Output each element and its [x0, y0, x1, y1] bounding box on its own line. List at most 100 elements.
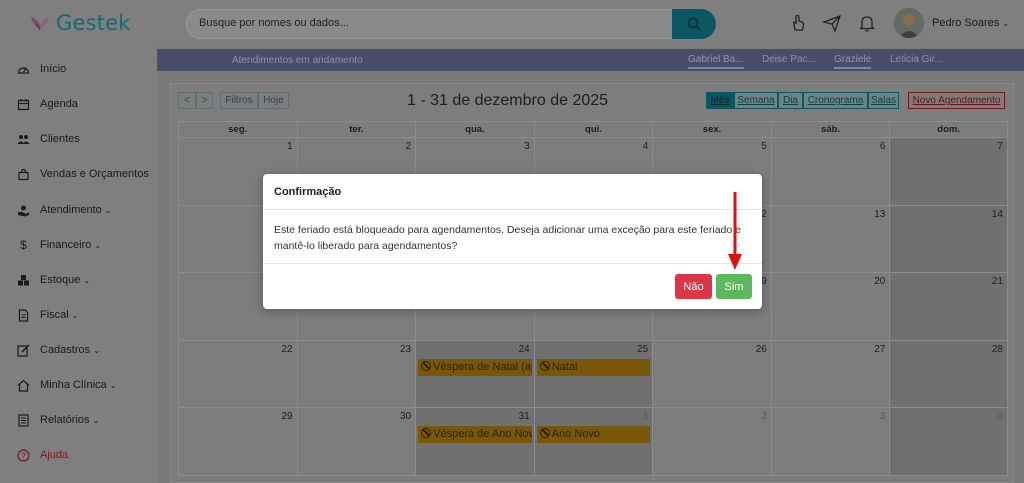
day-cell[interactable]: 27 — [770, 340, 890, 408]
day-cell[interactable]: 21 — [889, 273, 1008, 341]
day-cell[interactable]: 7 — [889, 138, 1008, 206]
sidebar-item-inicio[interactable]: Início — [0, 57, 157, 81]
dialog-title: Confirmação — [274, 186, 342, 198]
view-rooms-button[interactable]: Salas — [868, 92, 899, 109]
sidebar-item-atendimento[interactable]: Atendimento ⌄ — [0, 198, 157, 222]
chevron-down-icon: ⌄ — [1002, 19, 1010, 28]
view-month-button[interactable]: Mês — [706, 92, 734, 109]
day-number: 7 — [997, 141, 1003, 152]
day-cell[interactable]: 3 — [770, 408, 890, 476]
sidebar-item-fiscal[interactable]: Fiscal ⌄ — [0, 303, 157, 327]
app-name: Gestek — [56, 11, 131, 35]
day-number: 30 — [400, 411, 412, 422]
day-cell[interactable]: 6 — [770, 138, 890, 206]
speedometer-icon — [17, 66, 30, 74]
week-row: 22 23 24 Véspera de Natal (ap 25 Natal 26 27 28 — [178, 340, 1008, 408]
search-bar — [186, 9, 716, 39]
day-number: 26 — [755, 343, 767, 355]
home-icon — [17, 379, 30, 392]
avatar[interactable] — [894, 8, 924, 38]
search-input[interactable] — [199, 17, 669, 29]
logo[interactable]: Gestek — [28, 11, 131, 35]
day-cell[interactable]: 28 — [889, 340, 1008, 408]
hand-pointer-icon[interactable] — [788, 13, 808, 33]
shopping-bag-icon — [18, 168, 29, 180]
filters-button[interactable]: Filtros — [220, 92, 258, 109]
search-button[interactable] — [672, 9, 716, 39]
new-appointment-button[interactable]: Novo Agendamento — [908, 92, 1005, 109]
dollar-icon: $ — [20, 237, 27, 252]
sidebar-item-minha-clinica[interactable]: Minha Clínica ⌄ — [0, 373, 157, 397]
next-month-button[interactable]: > — [196, 92, 213, 109]
day-number: 1 — [287, 141, 293, 152]
day-cell[interactable]: 14 — [889, 205, 1008, 273]
today-button[interactable]: Hoje — [258, 92, 289, 109]
user-name[interactable]: Pedro Soares ⌄ — [932, 17, 1009, 29]
user-photo-icon — [894, 8, 924, 38]
day-cell[interactable]: 4 — [889, 408, 1008, 476]
day-number: 24 — [518, 343, 530, 355]
bell-icon[interactable] — [857, 13, 877, 33]
sidebar-item-ajuda[interactable]: ? Ajuda — [0, 443, 157, 467]
day-number: 5 — [761, 141, 767, 152]
butterfly-logo-icon — [31, 17, 49, 31]
day-number: 2 — [405, 141, 412, 152]
holiday-event[interactable]: Véspera de Ano Novo — [418, 426, 532, 443]
dialog-footer: Não Sim — [263, 263, 762, 309]
ongoing-appointments-title: Atendimentos em andamento — [232, 55, 363, 66]
day-number: 6 — [879, 141, 886, 152]
day-cell[interactable]: 1 Ano Novo — [533, 408, 653, 476]
send-icon[interactable] — [822, 13, 842, 33]
holiday-event[interactable]: Natal — [536, 358, 651, 376]
day-cell[interactable]: 31 Véspera de Ano Novo — [415, 408, 534, 476]
day-cell[interactable]: 24 Véspera de Natal (ap — [415, 340, 534, 408]
hand-icon — [18, 205, 29, 216]
chevron-down-icon: ⌄ — [83, 276, 91, 285]
day-number: 4 — [997, 411, 1003, 422]
day-number: 22 — [281, 343, 293, 355]
day-number: 27 — [874, 343, 886, 355]
day-number: 28 — [991, 343, 1003, 355]
calendar-icon — [17, 98, 30, 110]
professional-tab[interactable]: Deise Pac... — [762, 54, 816, 67]
view-schedule-button[interactable]: Cronograma — [803, 92, 868, 109]
confirmation-dialog: Confirmação Este feriado está bloqueado … — [263, 174, 762, 309]
day-cell[interactable]: 2 — [652, 408, 771, 476]
day-number: 23 — [400, 343, 412, 355]
day-number: 29 — [281, 411, 293, 422]
day-cell[interactable]: 13 — [770, 205, 890, 273]
no-button[interactable]: Não — [675, 274, 712, 299]
prev-month-button[interactable]: < — [178, 92, 196, 109]
day-cell[interactable]: 22 — [178, 340, 297, 408]
sidebar-item-relatorios[interactable]: Relatórios ⌄ — [0, 408, 157, 432]
day-cell[interactable]: 26 — [652, 340, 771, 408]
day-cell[interactable]: 20 — [770, 273, 890, 341]
holiday-event[interactable]: Ano Novo — [536, 426, 651, 443]
day-number: 21 — [991, 276, 1003, 287]
day-cell[interactable]: 29 — [178, 408, 297, 476]
professional-tab[interactable]: Graziele — [834, 54, 872, 69]
day-cell[interactable]: 30 — [296, 408, 416, 476]
users-icon — [17, 134, 30, 144]
professional-tab[interactable]: Gabriel Ba... — [688, 54, 744, 69]
sidebar-item-estoque[interactable]: Estoque ⌄ — [0, 268, 157, 292]
day-number: 3 — [524, 141, 530, 152]
view-week-button[interactable]: Semana — [734, 92, 778, 109]
day-cell[interactable]: 23 — [296, 340, 416, 408]
sidebar-item-financeiro[interactable]: $ Financeiro ⌄ — [0, 233, 157, 257]
chevron-down-icon: ⌄ — [104, 206, 112, 215]
yes-button[interactable]: Sim — [716, 274, 752, 299]
day-number: 4 — [642, 141, 649, 152]
day-number: 13 — [874, 208, 886, 220]
sidebar-item-cadastros[interactable]: Cadastros ⌄ — [0, 338, 157, 362]
sidebar-item-vendas[interactable]: Vendas e Orçamentos — [0, 162, 157, 186]
professional-tab[interactable]: Leticia Gir... — [890, 54, 943, 67]
search-icon — [687, 17, 701, 31]
svg-text:?: ? — [21, 451, 26, 460]
view-day-button[interactable]: Dia — [778, 92, 803, 109]
day-cell[interactable]: 25 Natal — [533, 340, 653, 408]
sidebar-item-clientes[interactable]: Clientes — [0, 127, 157, 151]
sidebar-item-agenda[interactable]: Agenda — [0, 92, 157, 116]
document-icon — [18, 308, 29, 322]
holiday-event[interactable]: Véspera de Natal (ap — [418, 358, 532, 376]
